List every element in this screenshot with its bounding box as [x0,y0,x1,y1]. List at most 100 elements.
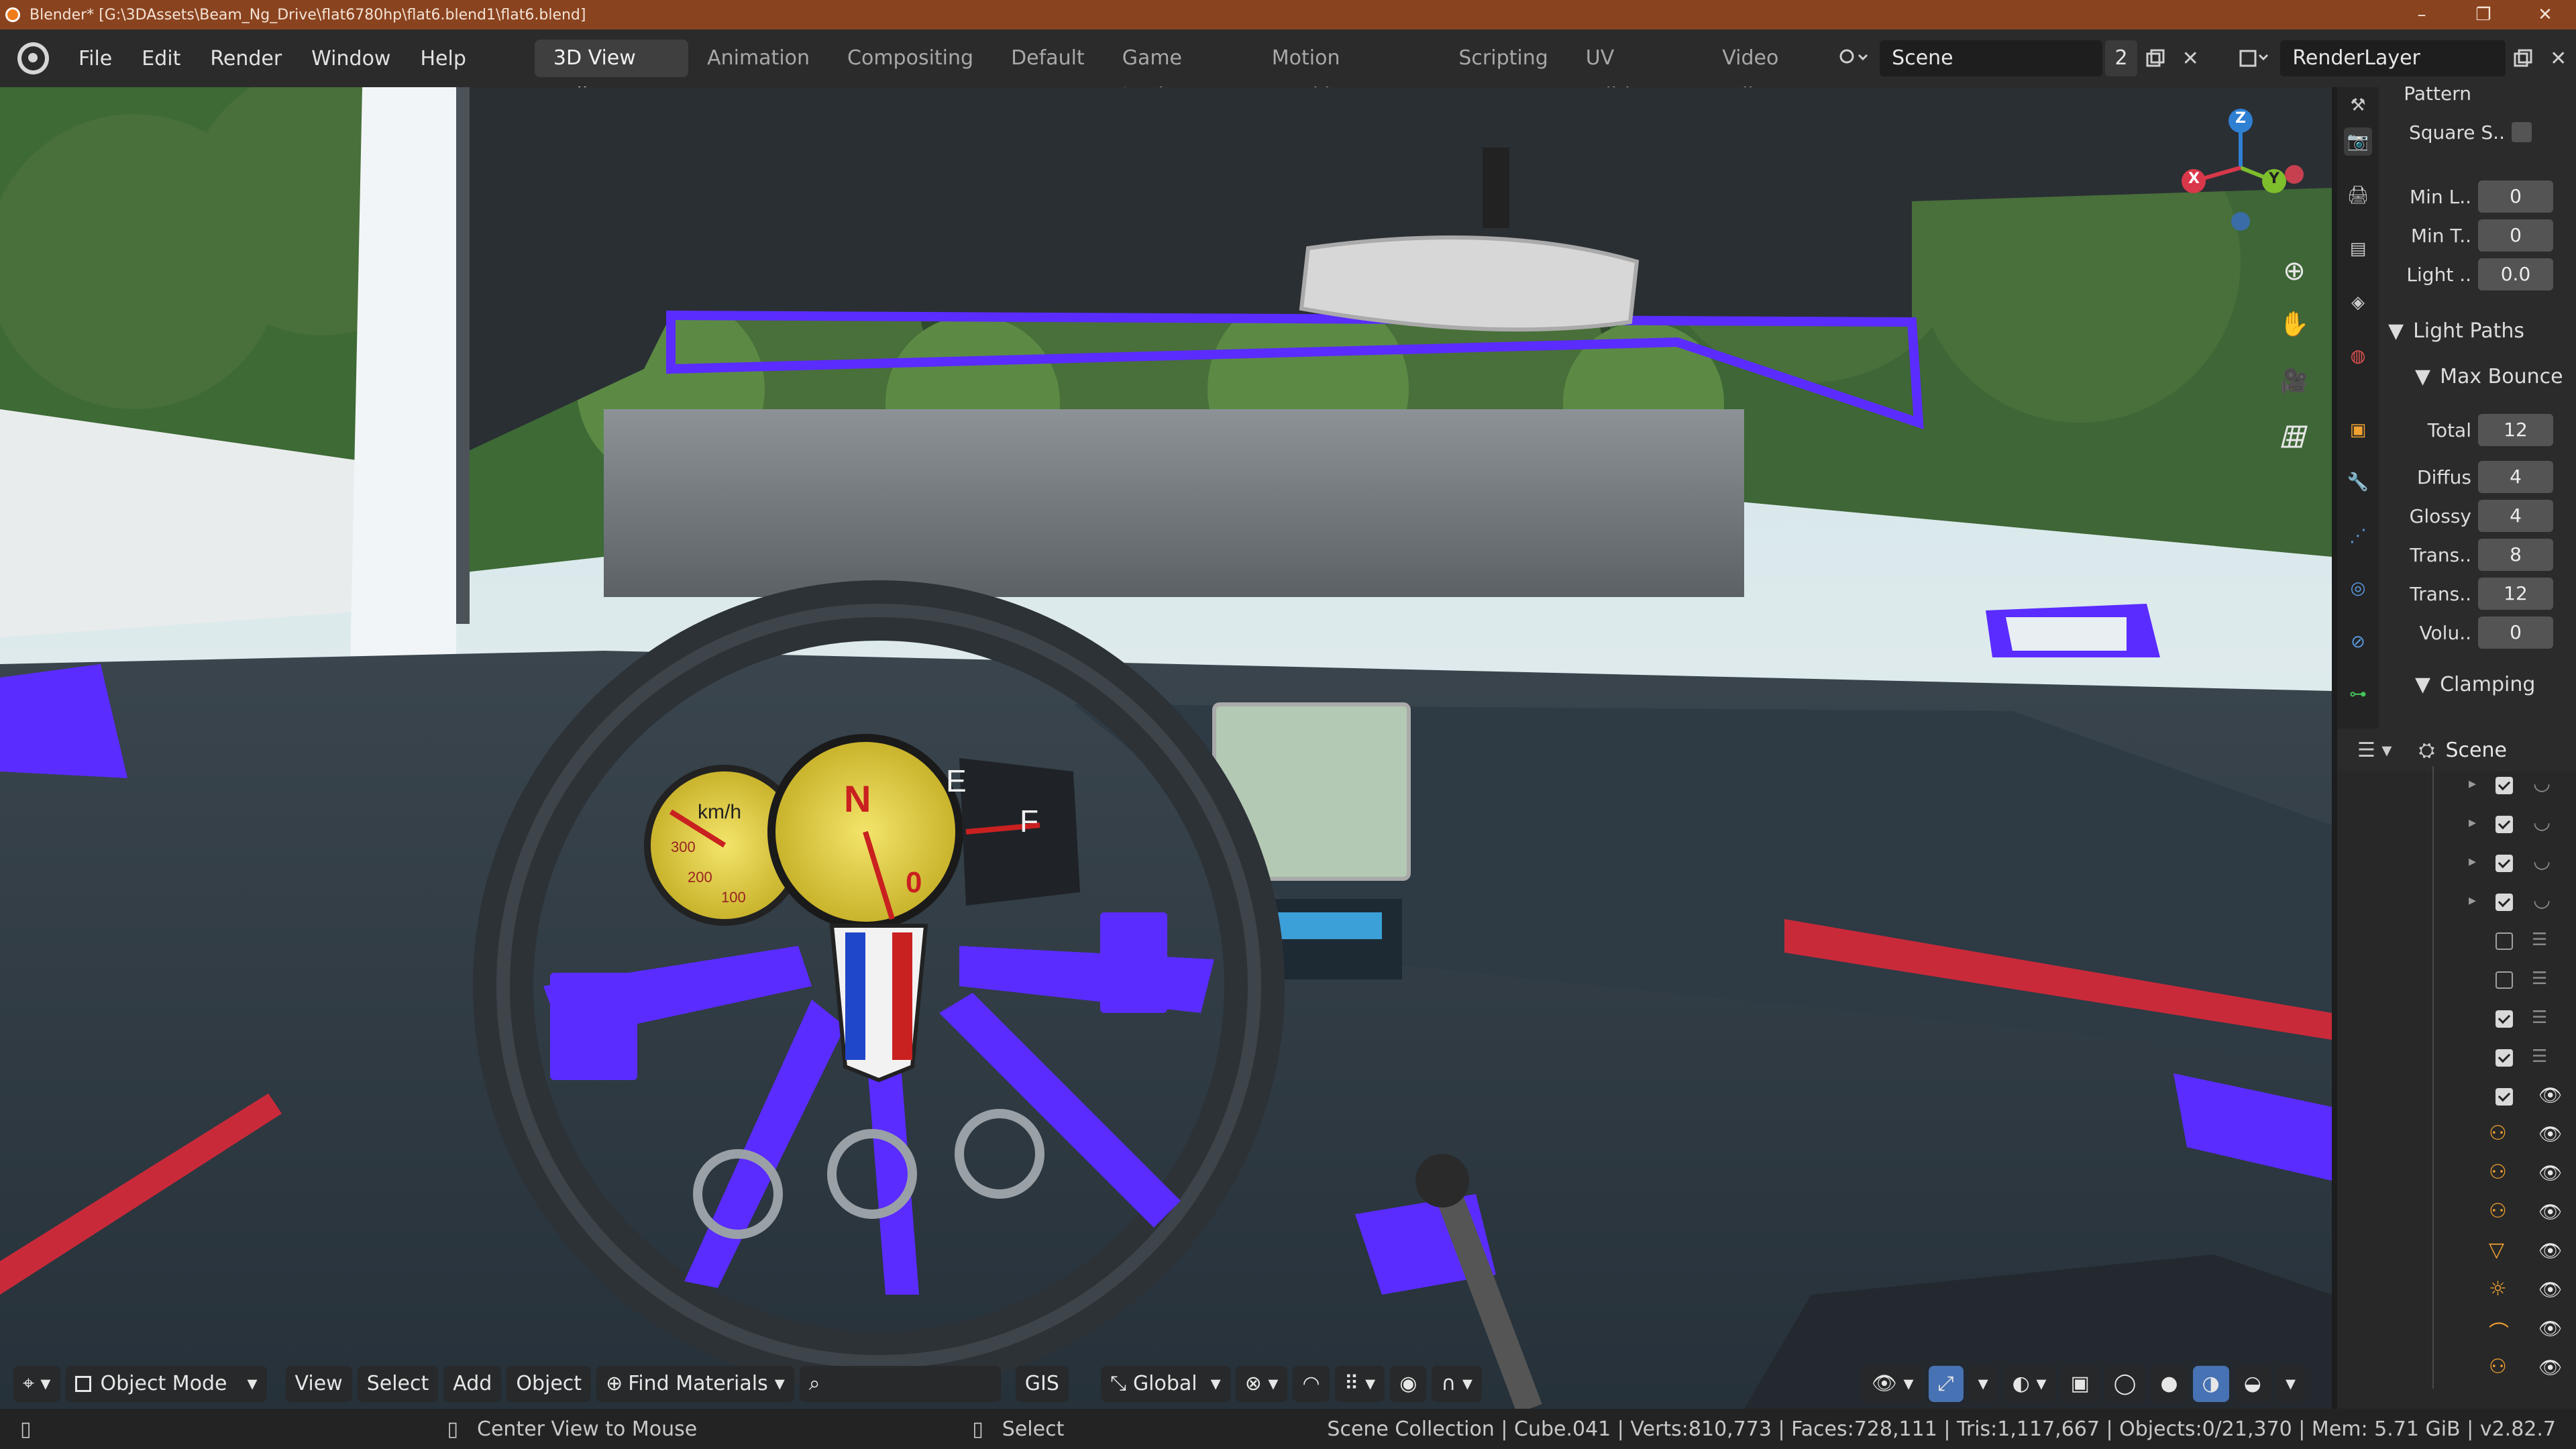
shading-dropdown-icon[interactable]: ▾ [2275,1366,2305,1402]
scene-tab-icon[interactable]: ◈ [2344,288,2372,317]
tab-3d-view-full[interactable]: 3D View Full [534,40,689,107]
tab-scripting[interactable]: Scripting [1440,40,1566,77]
menu-edit[interactable]: Edit [127,47,195,70]
duplicate-scene-icon[interactable] [2137,40,2173,76]
modifier-tab-icon[interactable]: 🔧 [2344,468,2372,496]
tab-motion-tracking[interactable]: Motion Tracking [1253,40,1440,107]
transform-orientation-dropdown[interactable]: ⤡ Global ▾ [1100,1366,1230,1402]
min-light-field[interactable]: 0 [2478,180,2553,213]
rendered-shading-icon[interactable]: ◒ [2234,1366,2271,1402]
tab-game-logic[interactable]: Game Logic [1104,40,1253,107]
exclude-checkbox[interactable] [2496,1049,2513,1067]
outliner-row[interactable]: ▸ ◡ [2337,766,2576,805]
visibility-eye-icon[interactable]: 👁 [2538,1201,2563,1223]
object-tab-icon[interactable]: ▣ [2344,416,2372,444]
bounce-volume-field[interactable]: 0 [2478,616,2553,649]
exclude-checkbox[interactable] [2496,777,2513,794]
menu-view[interactable]: View [285,1366,352,1402]
object-mode-dropdown[interactable]: Object Mode ▾ [65,1366,267,1402]
visibility-eye-icon[interactable]: 👁 [2538,1356,2563,1379]
exclude-checkbox[interactable] [2496,816,2513,833]
overlays-icon[interactable]: ◐ ▾ [2002,1366,2056,1402]
output-tab-icon[interactable]: 🖨 [2344,181,2372,209]
square-samples-checkbox[interactable] [2512,122,2532,142]
solid-shading-icon[interactable]: ● [2151,1366,2188,1402]
view-layer-tab-icon[interactable]: ▤ [2344,235,2372,263]
tab-compositing[interactable]: Compositing [828,40,992,77]
expand-arrow-icon[interactable]: ▸ [2469,775,2476,792]
exclude-checkbox[interactable] [2496,894,2513,911]
outliner-row[interactable]: ☰ [2337,1000,2576,1038]
outliner-row[interactable]: ⚇ 👁 [2337,1194,2576,1233]
visibility-eye-icon[interactable]: 👁 [2538,1318,2563,1340]
bounce-total-field[interactable]: 12 [2478,414,2553,446]
3d-viewport[interactable]: km/h 300 200 100 N 0 E F Z Y X ⊕ ✋ 🎥 [0,87,2332,1409]
max-bounces-subpanel-header[interactable]: ▼ Max Bounce [2379,358,2576,394]
close-button[interactable]: ✕ [2514,0,2576,30]
gis-menu[interactable]: GIS [1015,1366,1069,1402]
outliner-row[interactable]: ▽ 👁 [2337,1233,2576,1272]
menu-help[interactable]: Help [405,47,480,70]
blender-menu-icon[interactable] [17,42,50,74]
outliner-row[interactable]: ☰ [2337,961,2576,1000]
outliner-row[interactable]: ⌒ 👁 [2337,1311,2576,1350]
minimize-button[interactable]: – [2391,0,2453,30]
scene-users-count[interactable]: 2 [2104,40,2138,76]
tab-animation[interactable]: Animation [688,40,828,77]
expand-arrow-icon[interactable]: ▸ [2469,814,2476,831]
falloff-icon[interactable]: ∩ ▾ [1432,1366,1482,1402]
tab-uv-editing[interactable]: UV Editing [1567,40,1704,107]
expand-arrow-icon[interactable]: ▸ [2469,892,2476,909]
outliner-row[interactable]: ☰ [2337,1038,2576,1077]
display-mode-icon[interactable]: ☰ ▾ [2357,739,2392,762]
visibility-icon[interactable]: 👁 ▾ [1862,1366,1923,1402]
menu-file[interactable]: File [64,47,127,70]
exclude-checkbox[interactable] [2496,1088,2513,1106]
min-transparent-field[interactable]: 0 [2478,219,2553,252]
snap-target-icon[interactable]: ⠿ ▾ [1334,1366,1385,1402]
collapse-icon[interactable]: ◡ [2533,771,2551,795]
search-field[interactable]: ⌕ [799,1366,1001,1402]
menu-select[interactable]: Select [357,1366,439,1402]
tab-default[interactable]: Default [992,40,1104,77]
outliner-row[interactable]: ⚇ 👁 [2337,1155,2576,1194]
camera-view-icon[interactable]: 🎥 [2278,365,2310,397]
collapse-icon[interactable]: ◡ [2533,888,2551,912]
visibility-eye-icon[interactable]: 👁 [2538,1240,2563,1262]
pivot-point-icon[interactable]: ⊗ ▾ [1235,1366,1288,1402]
menu-render[interactable]: Render [195,47,297,70]
bounce-transparent-field[interactable]: 12 [2478,578,2553,610]
proportional-edit-icon[interactable]: ◉ [1390,1366,1427,1402]
editor-type-button[interactable]: ⌖ ▾ [13,1366,60,1402]
list-icon[interactable]: ☰ [2532,969,2547,989]
render-tab-icon[interactable]: 📷 [2344,127,2372,156]
list-icon[interactable]: ☰ [2532,930,2547,950]
menu-add[interactable]: Add [443,1366,502,1402]
wireframe-shading-icon[interactable]: ◯ [2104,1366,2146,1402]
exclude-checkbox[interactable] [2496,932,2513,950]
pan-hand-icon[interactable]: ✋ [2278,309,2310,341]
collapse-icon[interactable]: ◡ [2533,849,2551,873]
scene-browse-icon[interactable] [1827,40,1880,76]
outliner-row[interactable]: ☰ [2337,922,2576,961]
bounce-diffuse-field[interactable]: 4 [2478,461,2553,493]
exclude-checkbox[interactable] [2496,855,2513,872]
list-icon[interactable]: ☰ [2532,1008,2547,1028]
clamping-subpanel-header[interactable]: ▼ Clamping [2379,671,2576,698]
bounce-glossy-field[interactable]: 4 [2478,500,2553,532]
light-threshold-field[interactable]: 0.0 [2478,258,2553,290]
scene-name-field[interactable]: Scene [1880,40,2102,76]
ortho-grid-icon[interactable] [2278,420,2310,452]
maximize-button[interactable]: ❐ [2453,0,2514,30]
constraints-tab-icon[interactable]: ⊘ [2344,628,2372,656]
exclude-checkbox[interactable] [2496,971,2513,989]
tool-tab-icon[interactable]: ⚒ [2344,91,2372,119]
menu-object[interactable]: Object [506,1366,592,1402]
render-layer-browse-icon[interactable] [2229,40,2281,76]
visibility-eye-icon[interactable]: 👁 [2538,1123,2563,1145]
outliner-row[interactable]: ⚇ 👁 [2337,1350,2576,1389]
outliner-row[interactable]: ▸ ◡ [2337,883,2576,922]
xray-icon[interactable]: ▣ [2061,1366,2099,1402]
particles-tab-icon[interactable]: ⋰ [2344,522,2372,550]
menu-window[interactable]: Window [297,47,405,70]
